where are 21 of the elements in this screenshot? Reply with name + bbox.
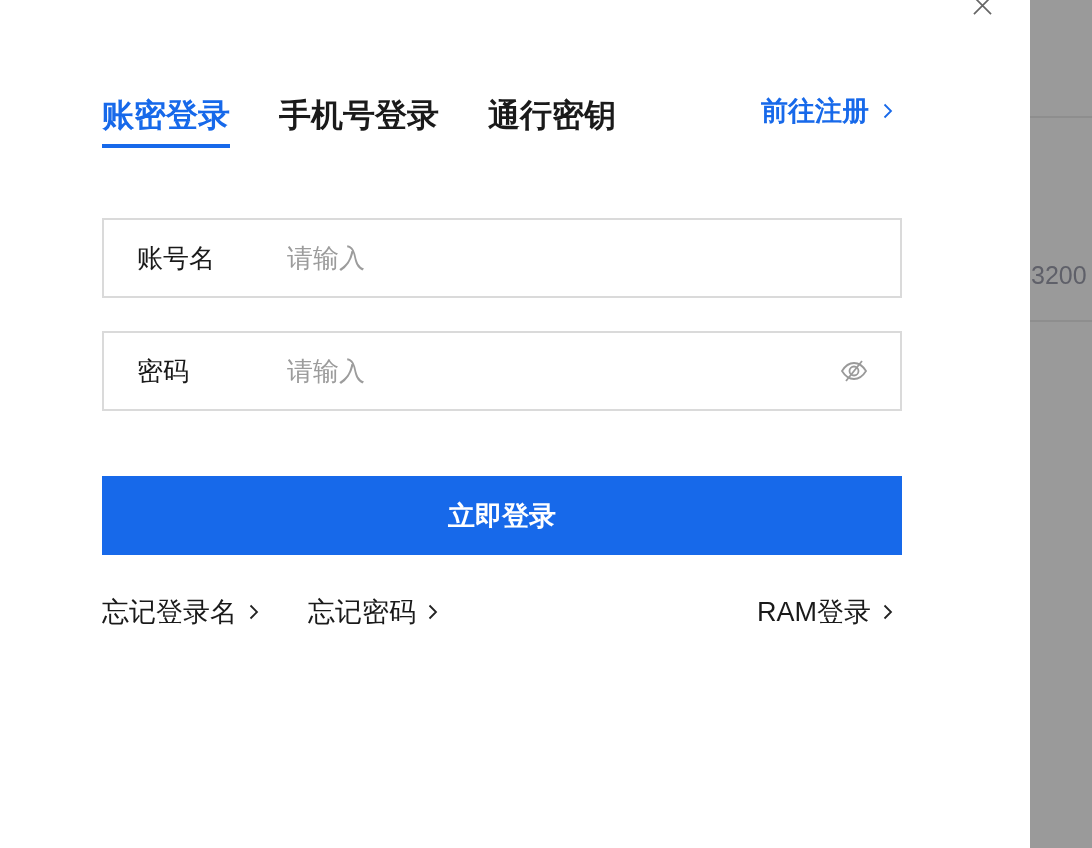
text-link[interactable]: 忘记密码 <box>308 595 447 629</box>
background-text: 3200 <box>1030 261 1087 289</box>
password-field[interactable]: 密码 请输入 <box>102 331 902 411</box>
chevron-right-icon <box>883 604 893 620</box>
login-button[interactable]: 立即登录 <box>102 476 902 555</box>
chevron-right-icon <box>428 604 438 620</box>
password-input[interactable]: 请输入 <box>287 351 828 391</box>
chevron-right-icon <box>883 103 893 119</box>
chevron-right-icon <box>249 604 259 620</box>
ram-login-link[interactable]: RAM登录 <box>757 595 902 629</box>
close-icon[interactable] <box>973 0 992 15</box>
login-tab[interactable]: 通行密钥 <box>488 95 616 148</box>
login-tab[interactable]: 手机号登录 <box>279 95 439 148</box>
field-label: 密码 <box>137 355 189 388</box>
field-label: 账号名 <box>137 242 215 275</box>
register-link[interactable]: 前往注册 <box>761 95 902 127</box>
account-input[interactable]: 请输入 <box>287 238 868 278</box>
eye-off-icon[interactable] <box>840 360 868 382</box>
login-tab[interactable]: 账密登录 <box>102 95 230 148</box>
account-field[interactable]: 账号名 请输入 <box>102 218 902 298</box>
text-link[interactable]: 忘记登录名 <box>102 595 268 629</box>
